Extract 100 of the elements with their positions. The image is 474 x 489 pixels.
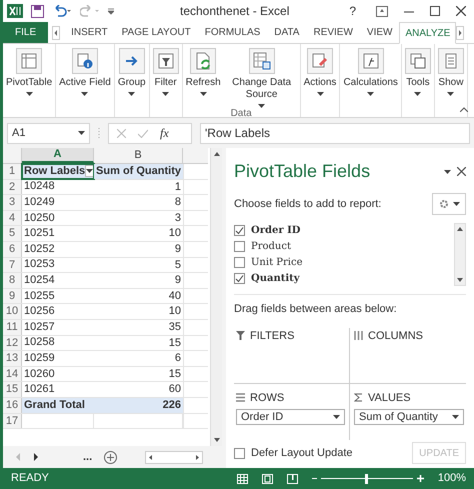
- zoom-slider[interactable]: [320, 474, 413, 484]
- row-header[interactable]: 7: [3, 258, 22, 272]
- ribbon-tab[interactable]: INSERT: [64, 22, 115, 43]
- save-icon[interactable]: [31, 4, 44, 18]
- normal-view-icon[interactable]: [236, 474, 248, 484]
- page-layout-view-icon[interactable]: [262, 474, 273, 484]
- row-header[interactable]: 4: [3, 210, 22, 226]
- defer-layout-label[interactable]: Defer Layout Update: [251, 444, 353, 462]
- row-header[interactable]: 2: [3, 180, 22, 194]
- zoom-slider-thumb[interactable]: [365, 474, 368, 484]
- add-sheet-icon[interactable]: [104, 450, 118, 464]
- table-cell-text: 10251: [23, 226, 56, 241]
- name-box[interactable]: A1: [7, 122, 90, 144]
- table-cell-text: 15: [168, 366, 182, 382]
- table-cell-text: 9: [174, 242, 182, 257]
- zoom-level[interactable]: 100%: [438, 470, 466, 487]
- ribbon-button[interactable]: Change Data Source: [224, 48, 300, 108]
- area-field-dropdown[interactable]: Sum of Quantity: [354, 409, 464, 425]
- ribbon-button[interactable]: Refresh: [182, 48, 224, 108]
- table-cell-text: 1: [174, 180, 182, 194]
- customize-toolbar-icon[interactable]: [108, 8, 114, 14]
- row-header[interactable]: 10: [3, 304, 22, 319]
- next-sheet-icon[interactable]: [33, 453, 39, 461]
- maximize-icon[interactable]: [430, 6, 440, 16]
- zoom-in-icon[interactable]: [416, 475, 424, 482]
- refresh-icon: [190, 48, 216, 74]
- area-field-dropdown[interactable]: Order ID: [236, 409, 345, 425]
- filter-dropdown-button[interactable]: [85, 165, 94, 178]
- ribbon-button[interactable]: Calculations: [340, 48, 401, 117]
- field-label[interactable]: Product: [251, 239, 291, 254]
- collapse-ribbon-icon[interactable]: [460, 107, 468, 112]
- ribbon-tab[interactable]: PAGE LAYOUT: [114, 22, 198, 43]
- ribbon-display-icon[interactable]: [376, 6, 388, 16]
- caret-icon: [452, 415, 459, 419]
- row-header[interactable]: 11: [3, 320, 22, 335]
- row-header[interactable]: 1: [3, 164, 22, 179]
- columns-icon: [354, 331, 363, 340]
- settings-button[interactable]: [432, 193, 466, 215]
- gear-icon: [438, 199, 448, 209]
- table-cell-text: 10250: [23, 210, 56, 226]
- file-tab[interactable]: FILE: [3, 22, 48, 43]
- table-cell-text: 8: [174, 195, 182, 210]
- checkbox[interactable]: [234, 257, 245, 268]
- row-header[interactable]: 14: [3, 366, 22, 382]
- ribbon-tab[interactable]: REVIEW: [306, 22, 360, 43]
- row-header[interactable]: 9: [3, 288, 22, 304]
- field-label[interactable]: Order ID: [251, 223, 300, 238]
- table-cell-text: 10258: [23, 336, 56, 350]
- checkbox[interactable]: [234, 448, 245, 458]
- row-header[interactable]: 15: [3, 382, 22, 397]
- insert-function-button[interactable]: fx: [160, 124, 169, 142]
- column-header[interactable]: A: [22, 148, 94, 163]
- row-header[interactable]: 17: [3, 414, 22, 428]
- field-label[interactable]: Unit Price: [251, 255, 302, 270]
- checkbox[interactable]: [234, 273, 245, 284]
- row-header[interactable]: 3: [3, 195, 22, 210]
- ribbon-button[interactable]: Active Field: [56, 48, 114, 117]
- ribbon-button[interactable]: PivotTable: [3, 48, 56, 117]
- table-cell-text: 60: [168, 382, 182, 397]
- row-header[interactable]: 12: [3, 336, 22, 350]
- checkbox[interactable]: [234, 225, 245, 236]
- table-cell: Row Labels: [22, 164, 94, 179]
- table-cell-text: 9: [174, 273, 182, 288]
- row-header[interactable]: 6: [3, 242, 22, 257]
- close-icon[interactable]: [457, 167, 466, 176]
- ribbon-button[interactable]: Actions: [300, 48, 340, 117]
- row-header[interactable]: 8: [3, 273, 22, 288]
- area-label: VALUES: [368, 390, 411, 406]
- info-icon: [72, 48, 98, 74]
- ribbon-tab[interactable]: DATA: [267, 22, 306, 43]
- table-cell-text: 10254: [23, 273, 56, 288]
- ribbon-button[interactable]: Show: [434, 48, 467, 117]
- row-header[interactable]: 5: [3, 226, 22, 241]
- checkbox[interactable]: [234, 241, 245, 252]
- field-label[interactable]: Quantity: [251, 271, 300, 286]
- table-cell: Sum of Quantity: [94, 164, 183, 179]
- ribbon-tab[interactable]: FORMULAS: [198, 22, 268, 43]
- panel-subtitle: Choose fields to add to report:: [234, 196, 382, 212]
- panel-title: PivotTable Fields: [234, 160, 370, 183]
- row-header[interactable]: 16: [3, 398, 22, 412]
- caret-icon: [81, 92, 88, 96]
- formula-field[interactable]: 'Row Labels: [200, 122, 470, 144]
- ribbon-tab[interactable]: VIEW: [360, 22, 400, 43]
- field-list-scrollbar[interactable]: [454, 223, 466, 286]
- group-label: Data: [230, 108, 253, 121]
- close-icon[interactable]: [456, 6, 466, 16]
- table-icon: [16, 48, 42, 74]
- row-header[interactable]: 13: [3, 351, 22, 366]
- table-cell-text: 10256: [23, 304, 56, 319]
- page-break-view-icon[interactable]: [286, 474, 298, 484]
- caret-icon: [447, 92, 454, 96]
- ribbon-button[interactable]: Filter: [150, 48, 182, 117]
- horizontal-scrollbar[interactable]: [145, 450, 204, 464]
- filter-icon: [152, 48, 179, 74]
- more-sheets-button[interactable]: ...: [83, 448, 92, 466]
- ribbon-tab[interactable]: ANALYZE: [399, 22, 456, 44]
- help-button[interactable]: ?: [345, 2, 360, 20]
- ribbon-button[interactable]: Group: [114, 48, 149, 117]
- ribbon-button[interactable]: Tools: [402, 48, 434, 117]
- table-cell-text: 10257: [23, 320, 56, 335]
